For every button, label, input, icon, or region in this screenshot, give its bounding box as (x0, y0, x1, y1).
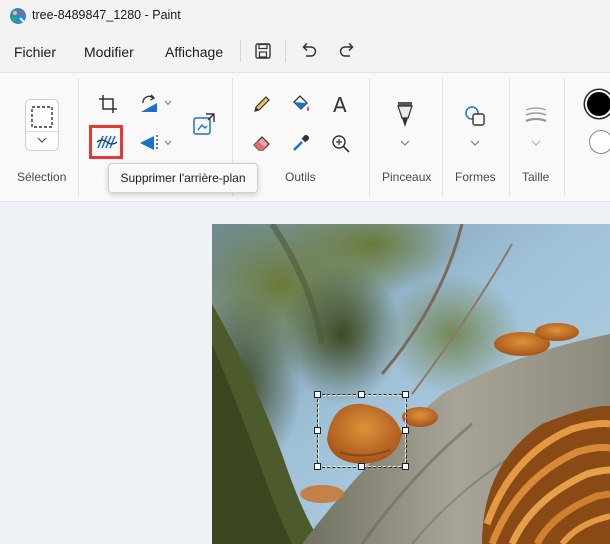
shapes-chevron-icon[interactable] (470, 139, 480, 147)
tooltip-remove-background: Supprimer l'arrière-plan (108, 163, 258, 193)
menu-separator (240, 40, 241, 62)
group-label-brushes: Pinceaux (382, 170, 432, 184)
selection-rectangle[interactable] (317, 394, 407, 468)
group-separator (442, 78, 443, 196)
flip-chevron-icon[interactable] (164, 140, 172, 146)
save-icon[interactable] (254, 42, 272, 60)
selection-handle[interactable] (314, 427, 321, 434)
crop-icon[interactable] (98, 94, 118, 114)
group-label-size: Taille (522, 170, 550, 184)
fill-icon[interactable] (290, 93, 312, 115)
window-title: tree-8489847_1280 - Paint (32, 8, 181, 22)
pencil-icon[interactable] (252, 94, 272, 114)
menu-file[interactable]: Fichier (14, 44, 56, 60)
selection-handle[interactable] (402, 391, 409, 398)
selection-handle[interactable] (402, 427, 409, 434)
chevron-down-icon[interactable] (37, 136, 47, 144)
rotate-chevron-icon[interactable] (164, 100, 172, 106)
color-picker-icon[interactable] (291, 133, 311, 153)
quick-access-separator (285, 40, 286, 62)
group-separator (509, 78, 510, 196)
flip-icon[interactable] (138, 133, 160, 153)
redo-icon[interactable] (338, 41, 356, 59)
primary-color-swatch[interactable] (587, 92, 610, 116)
group-separator (369, 78, 370, 196)
size-icon[interactable] (524, 106, 548, 126)
text-icon[interactable]: A (333, 93, 347, 117)
group-label-shapes: Formes (455, 170, 496, 184)
selection-button[interactable] (25, 99, 59, 151)
menu-edit[interactable]: Modifier (84, 44, 134, 60)
magnifier-icon[interactable] (331, 134, 351, 154)
brushes-chevron-icon[interactable] (400, 139, 410, 147)
undo-icon[interactable] (300, 41, 318, 59)
paint-icon (10, 8, 27, 25)
group-separator (78, 78, 79, 196)
group-separator (564, 78, 565, 196)
selection-handle[interactable] (314, 391, 321, 398)
selection-handle[interactable] (358, 463, 365, 470)
resize-icon[interactable] (192, 112, 216, 136)
remove-background-highlight (89, 125, 123, 159)
selection-handle[interactable] (402, 463, 409, 470)
secondary-color-swatch[interactable] (589, 130, 610, 154)
image-canvas[interactable] (212, 224, 610, 544)
tree-photo (212, 224, 610, 544)
rectangle-select-icon (31, 106, 53, 128)
menu-view[interactable]: Affichage (165, 44, 223, 60)
size-chevron-icon[interactable] (531, 139, 541, 147)
brush-icon[interactable] (395, 100, 415, 130)
eraser-icon[interactable] (252, 133, 272, 153)
group-label-selection: Sélection (17, 170, 67, 184)
shapes-icon[interactable] (463, 104, 487, 128)
selection-handle[interactable] (358, 391, 365, 398)
group-label-tools: Outils (285, 170, 316, 184)
rotate-icon[interactable] (138, 93, 160, 115)
selection-handle[interactable] (314, 463, 321, 470)
